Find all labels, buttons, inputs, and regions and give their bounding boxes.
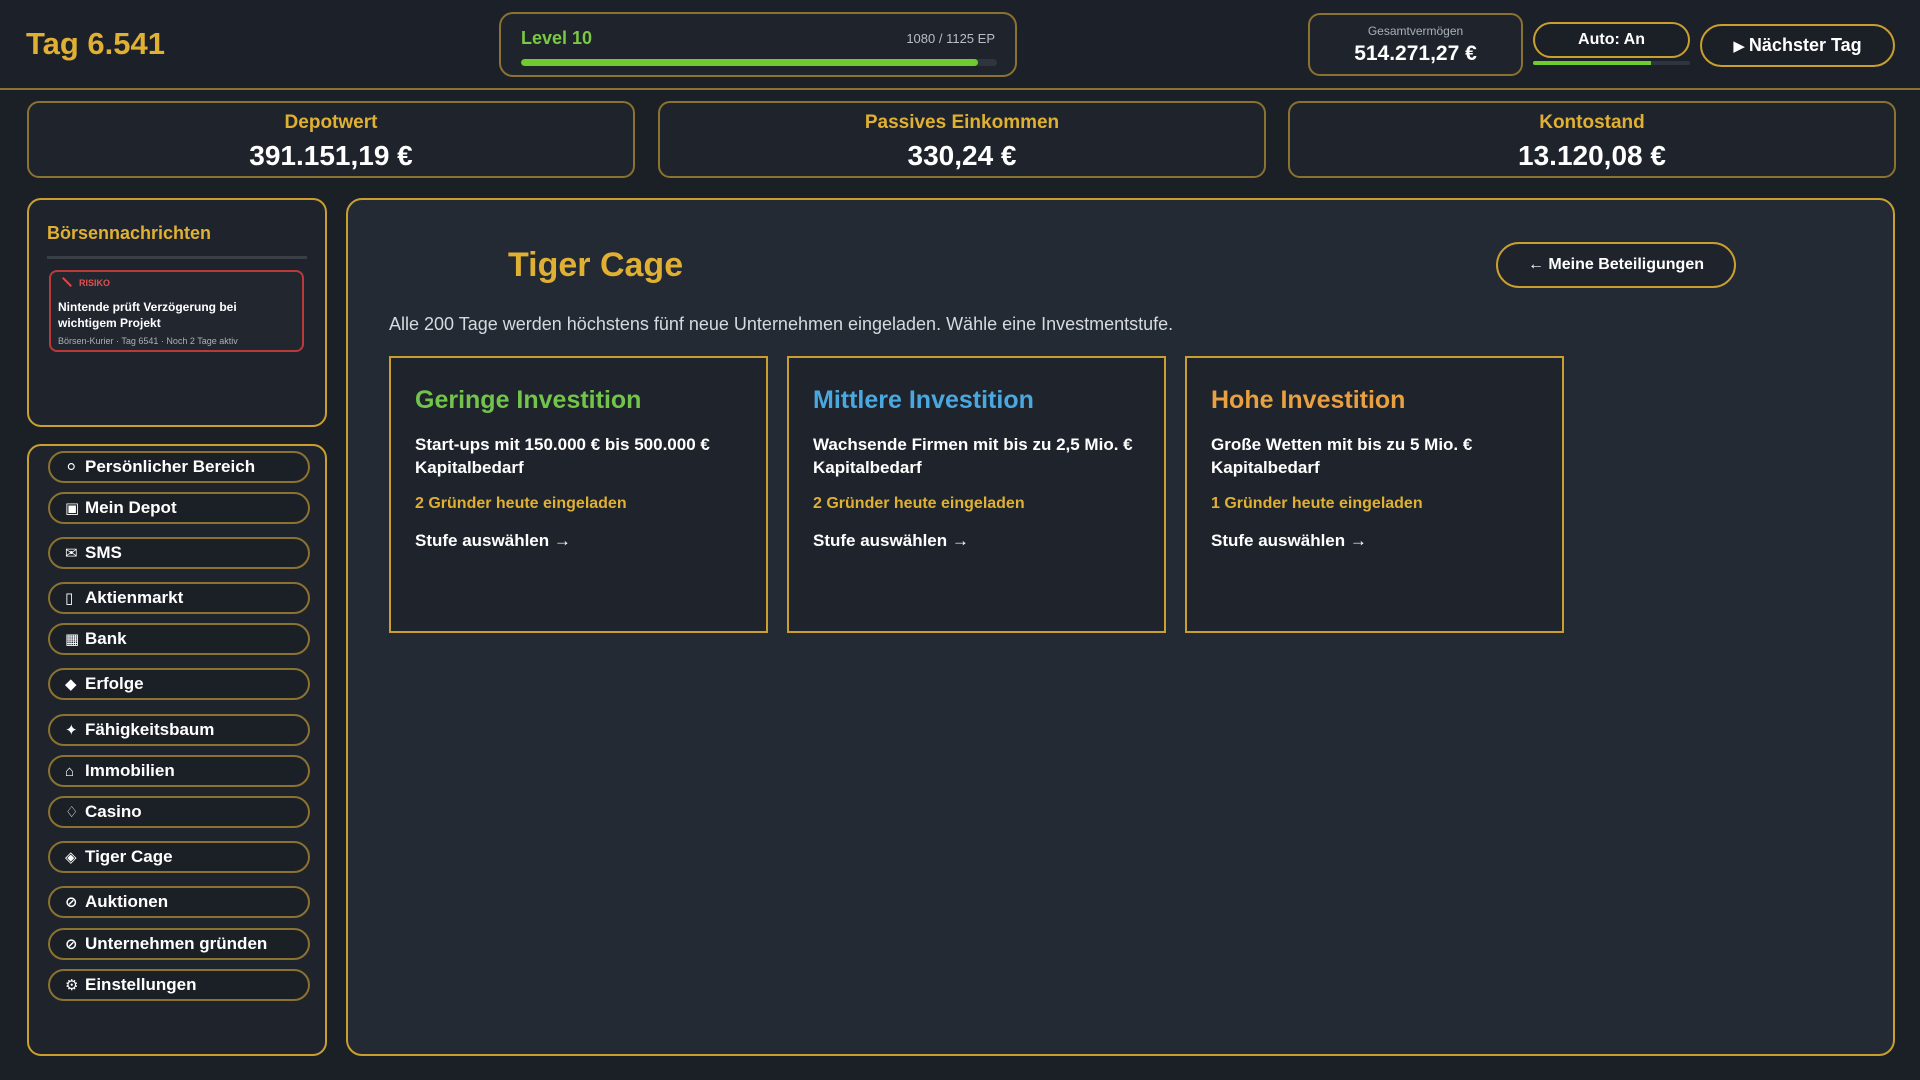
sidebar-item-achievements[interactable]: ◆ Erfolge xyxy=(48,668,310,700)
experience-points: 1080 / 1125 EP xyxy=(906,31,995,46)
sidebar-item-auctions[interactable]: ⊘ Auktionen xyxy=(48,886,310,918)
tier-card-low[interactable]: Geringe Investition Start-ups mit 150.00… xyxy=(389,356,768,633)
level-panel: Level 10 1080 / 1125 EP xyxy=(499,12,1017,77)
sidebar-item-casino[interactable]: ♢ Casino xyxy=(48,796,310,828)
sidebar-item-label: Aktienmarkt xyxy=(85,588,184,607)
tier-description: Große Wetten mit bis zu 5 Mio. € Kapital… xyxy=(1211,435,1473,477)
networth-value: 514.271,27 € xyxy=(1354,42,1477,65)
sidebar-item-label: Tiger Cage xyxy=(85,847,173,866)
stat-label: Passives Einkommen xyxy=(864,112,1060,133)
sidebar-item-label: Auktionen xyxy=(85,892,169,911)
portfolio-icon: ▣ xyxy=(65,500,80,517)
tier-title: Hohe Investition xyxy=(1211,386,1406,414)
divider xyxy=(47,256,307,259)
sidebar-item-label: Fähigkeitsbaum xyxy=(85,720,215,739)
tier-card-high[interactable]: Hohe Investition Große Wetten mit bis zu… xyxy=(1185,356,1564,633)
news-meta: Börsen-Kurier · Tag 6541 · Noch 2 Tage a… xyxy=(58,336,238,346)
auto-progress-bar xyxy=(1533,61,1690,65)
sidebar-item-stock-market[interactable]: ▯ Aktienmarkt xyxy=(48,582,310,614)
stat-label: Kontostand xyxy=(1539,112,1645,133)
sidebar-item-depot[interactable]: ▣ Mein Depot xyxy=(48,492,310,524)
risk-icon xyxy=(62,277,72,287)
news-tag: RISIKO xyxy=(79,278,111,288)
level-label: Level 10 xyxy=(521,28,593,48)
tier-card-medium[interactable]: Mittlere Investition Wachsende Firmen mi… xyxy=(787,356,1166,633)
company-icon: ⊘ xyxy=(65,936,78,953)
gavel-icon: ⊘ xyxy=(65,894,78,911)
stock-icon: ▯ xyxy=(65,590,74,607)
page-title: Tiger Cage xyxy=(508,246,684,284)
sidebar-item-label: Bank xyxy=(85,629,127,648)
next-day-button[interactable]: ▶ Nächster Tag xyxy=(1700,24,1895,67)
sidebar-item-label: Erfolge xyxy=(85,674,144,693)
house-icon: ⌂ xyxy=(65,763,75,780)
tier-title: Geringe Investition xyxy=(415,386,642,414)
user-icon: ⚪ xyxy=(65,459,78,476)
diamond-icon: ◆ xyxy=(65,676,77,693)
stat-value: 13.120,08 € xyxy=(1518,140,1666,171)
mail-icon: ✉ xyxy=(65,545,78,562)
sidebar-item-tiger-cage[interactable]: ◈ Tiger Cage xyxy=(48,841,310,873)
sidebar-item-bank[interactable]: ▦ Bank xyxy=(48,623,310,655)
sidebar-item-label: Casino xyxy=(85,802,142,821)
day-counter: Tag 6.541 xyxy=(26,26,166,61)
sidebar-item-label: Mein Depot xyxy=(85,498,177,517)
sidebar-item-label: Immobilien xyxy=(85,761,175,780)
networth-label: Gesamtvermögen xyxy=(1367,24,1464,38)
sidebar-item-real-estate[interactable]: ⌂ Immobilien xyxy=(48,755,310,787)
back-to-holdings-button[interactable]: ← Meine Beteiligungen xyxy=(1496,242,1736,288)
stat-card-passive-income: Passives Einkommen 330,24 € xyxy=(658,101,1266,178)
tier-select-link[interactable]: Stufe auswählen → xyxy=(1211,531,1538,551)
auto-progress-fill xyxy=(1533,61,1651,65)
sidebar-item-label: Persönlicher Bereich xyxy=(85,457,256,476)
networth-panel: Gesamtvermögen 514.271,27 € xyxy=(1308,13,1523,76)
card-diamond-icon: ♢ xyxy=(65,804,79,821)
news-headline: Nintende prüft Verzögerung bei wichtigem… xyxy=(58,300,237,330)
tier-title: Mittlere Investition xyxy=(813,386,1034,414)
stat-card-balance: Kontostand 13.120,08 € xyxy=(1288,101,1896,178)
intro-text: Alle 200 Tage werden höchstens fünf neue… xyxy=(389,314,1174,334)
sidebar-item-label: Unternehmen gründen xyxy=(85,934,268,953)
stat-value: 391.151,19 € xyxy=(249,140,413,171)
main-content: Tiger Cage ← Meine Beteiligungen Alle 20… xyxy=(346,198,1895,1056)
sidebar-nav: ⚪ Persönlicher Bereich ▣ Mein Depot ✉ SMS ▯… xyxy=(27,444,327,1056)
sidebar-item-sms[interactable]: ✉ SMS xyxy=(48,537,310,569)
bank-icon: ▦ xyxy=(65,631,80,648)
next-day-label: Nächster Tag xyxy=(1748,35,1862,55)
top-bar: Tag 6.541 Level 10 1080 / 1125 EP Gesamt… xyxy=(0,0,1920,90)
stat-card-depot: Depotwert 391.151,19 € xyxy=(27,101,635,178)
sidebar-item-personal-area[interactable]: ⚪ Persönlicher Bereich xyxy=(48,451,310,483)
sidebar-item-label: SMS xyxy=(85,543,122,562)
sidebar-item-found-company[interactable]: ⊘ Unternehmen gründen xyxy=(48,928,310,960)
tier-founder-count: 2 Gründer heute eingeladen xyxy=(813,495,1025,512)
tier-description: Wachsende Firmen mit bis zu 2,5 Mio. € K… xyxy=(813,435,1133,477)
play-icon: ▶ xyxy=(1733,38,1745,55)
news-title: Börsennachrichten xyxy=(47,223,212,243)
sidebar-item-label: Einstellungen xyxy=(85,975,197,994)
stat-value: 330,24 € xyxy=(907,140,1017,171)
gear-icon: ⚙ xyxy=(65,977,79,994)
level-progress-fill xyxy=(521,59,978,66)
tier-description: Start-ups mit 150.000 € bis 500.000 € Ka… xyxy=(415,435,710,477)
sparkle-icon: ✦ xyxy=(65,722,78,739)
tier-founder-count: 1 Gründer heute eingeladen xyxy=(1211,495,1423,512)
tier-select-link[interactable]: Stufe auswählen → xyxy=(415,531,742,551)
tier-founder-count: 2 Gründer heute eingeladen xyxy=(415,495,627,512)
auto-toggle-button[interactable]: Auto: An xyxy=(1533,22,1690,58)
level-progress-bar xyxy=(521,59,997,66)
sidebar-item-settings[interactable]: ⚙ Einstellungen xyxy=(48,969,310,1001)
news-item[interactable]: RISIKO Nintende prüft Verzögerung bei wi… xyxy=(49,270,304,352)
stat-label: Depotwert xyxy=(284,112,378,133)
gem-icon: ◈ xyxy=(65,849,77,866)
news-panel: Börsennachrichten RISIKO Nintende prüft … xyxy=(27,198,327,427)
tier-select-link[interactable]: Stufe auswählen → xyxy=(813,531,1140,551)
sidebar-item-skill-tree[interactable]: ✦ Fähigkeitsbaum xyxy=(48,714,310,746)
